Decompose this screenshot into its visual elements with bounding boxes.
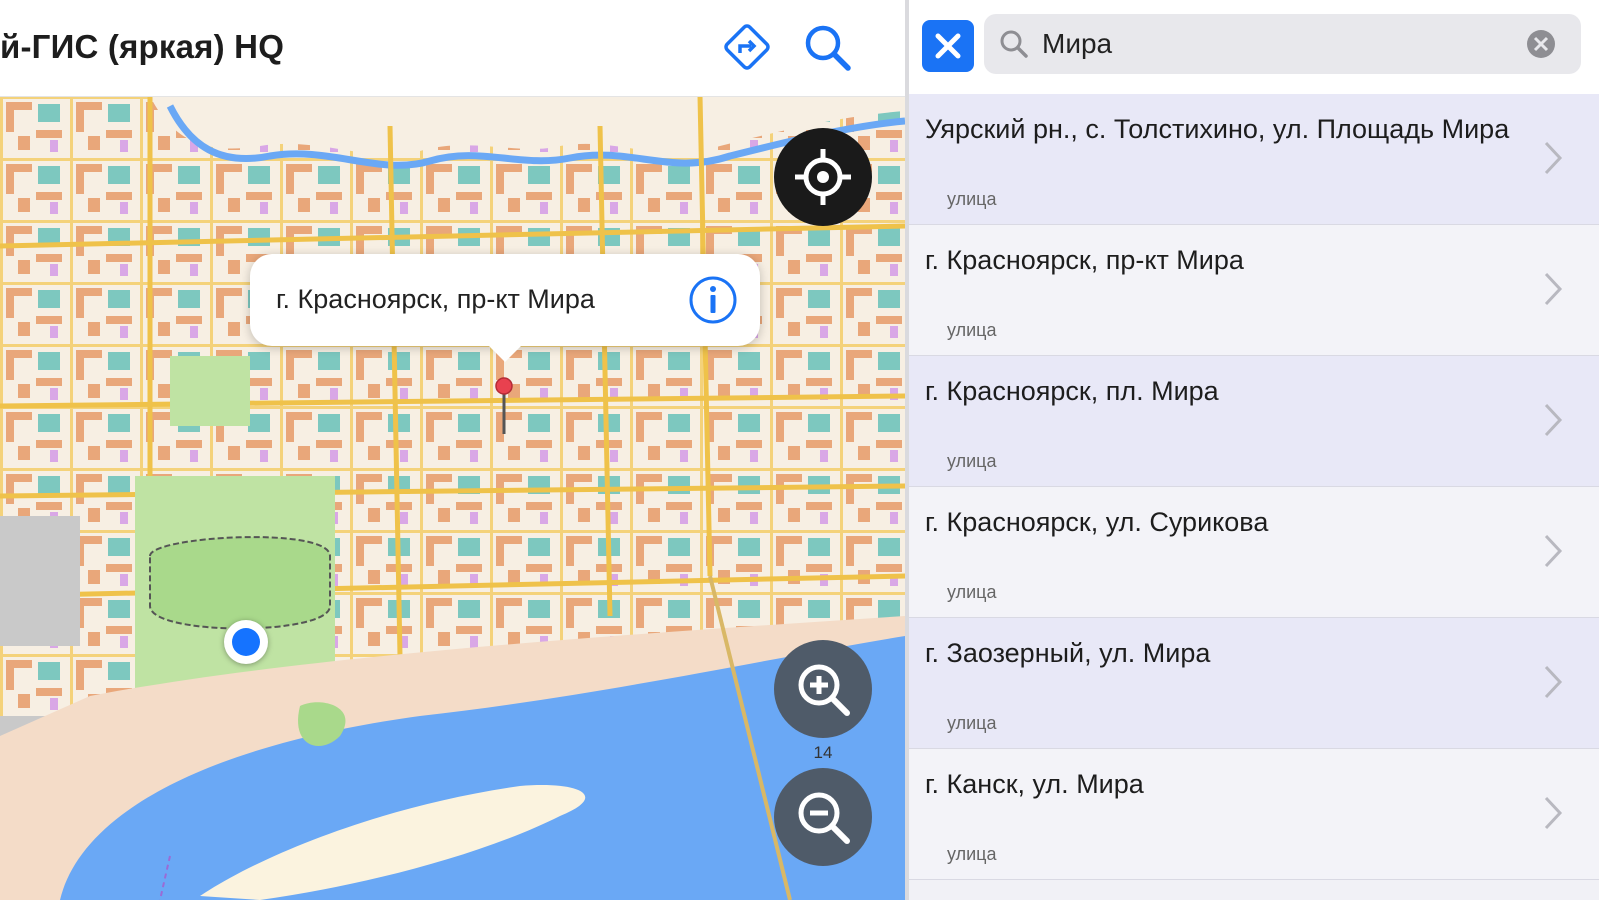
list-item[interactable]: Уярский рн., с. Толстихино, ул. Площадь … bbox=[909, 94, 1599, 225]
result-title: Уярский рн., с. Толстихино, ул. Площадь … bbox=[925, 114, 1510, 144]
chevron-right-icon bbox=[1544, 534, 1563, 568]
locate-me-button[interactable] bbox=[774, 128, 872, 226]
crosshair-icon bbox=[795, 149, 851, 205]
search-input[interactable] bbox=[1042, 24, 1512, 64]
zoom-out-icon bbox=[798, 792, 850, 844]
search-icon[interactable] bbox=[800, 20, 854, 74]
map-pane: й-ГИС (яркая) HQ г. Красноярск, пр-кт Ми… bbox=[0, 0, 905, 900]
zoom-in-button[interactable] bbox=[774, 640, 872, 738]
chevron-right-icon bbox=[1544, 272, 1563, 306]
list-item[interactable]: г. Канск, ул. Мира улица bbox=[909, 749, 1599, 880]
search-header bbox=[909, 0, 1599, 94]
app-title: й-ГИС (яркая) HQ bbox=[0, 28, 285, 65]
result-subtitle: улица bbox=[947, 844, 997, 864]
result-subtitle: улица bbox=[947, 320, 997, 340]
result-title: г. Канск, ул. Мира bbox=[925, 769, 1144, 799]
search-panel: Уярский рн., с. Толстихино, ул. Площадь … bbox=[909, 0, 1599, 900]
result-title: г. Красноярск, пр-кт Мира bbox=[925, 245, 1244, 275]
result-title: г. Красноярск, пл. Мира bbox=[925, 376, 1219, 406]
zoom-in-icon bbox=[798, 664, 850, 716]
results-list: Уярский рн., с. Толстихино, ул. Площадь … bbox=[909, 94, 1599, 880]
callout-label: г. Красноярск, пр-кт Мира bbox=[276, 284, 595, 314]
zoom-level-label: 14 bbox=[813, 743, 833, 762]
list-item[interactable]: г. Красноярск, ул. Сурикова улица bbox=[909, 487, 1599, 618]
map-pin-icon bbox=[494, 376, 514, 436]
map-canvas[interactable]: г. Красноярск, пр-кт Мира 14 bbox=[0, 96, 905, 900]
top-bar: й-ГИС (яркая) HQ bbox=[0, 0, 905, 97]
list-item[interactable]: г. Красноярск, пл. Мира улица bbox=[909, 356, 1599, 487]
location-callout[interactable]: г. Красноярск, пр-кт Мира bbox=[250, 254, 760, 362]
route-diamond-icon[interactable] bbox=[720, 20, 774, 74]
clear-search-icon[interactable] bbox=[1525, 28, 1557, 60]
result-title: г. Красноярск, ул. Сурикова bbox=[925, 507, 1269, 537]
list-item[interactable]: г. Красноярск, пр-кт Мира улица bbox=[909, 225, 1599, 356]
result-subtitle: улица bbox=[947, 451, 997, 471]
pane-divider[interactable] bbox=[905, 0, 909, 900]
close-icon bbox=[935, 33, 961, 59]
chevron-right-icon bbox=[1544, 141, 1563, 175]
result-subtitle: улица bbox=[947, 189, 997, 209]
result-subtitle: улица bbox=[947, 713, 997, 733]
chevron-right-icon bbox=[1544, 403, 1563, 437]
info-icon[interactable] bbox=[687, 274, 739, 326]
chevron-right-icon bbox=[1544, 796, 1563, 830]
result-title: г. Заозерный, ул. Мира bbox=[925, 638, 1211, 668]
chevron-right-icon bbox=[1544, 665, 1563, 699]
user-location-dot bbox=[224, 620, 268, 664]
result-subtitle: улица bbox=[947, 582, 997, 602]
zoom-out-button[interactable] bbox=[774, 768, 872, 866]
close-button[interactable] bbox=[922, 20, 974, 72]
search-box[interactable] bbox=[984, 14, 1581, 74]
list-item[interactable]: г. Заозерный, ул. Мира улица bbox=[909, 618, 1599, 749]
magnifier-icon bbox=[1000, 30, 1028, 58]
